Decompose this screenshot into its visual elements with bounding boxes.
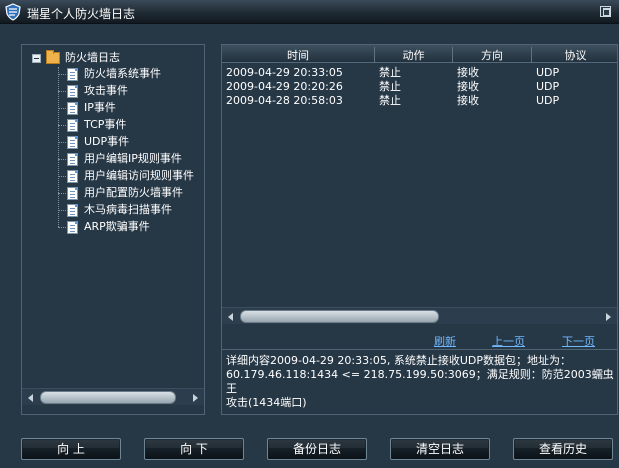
tree-root[interactable]: 防火墙日志 <box>32 50 120 66</box>
tree-item-udp-events[interactable]: UDP事件 <box>67 134 129 150</box>
tree-item-label: 木马病毒扫描事件 <box>84 203 172 216</box>
tree-item-access-rule-edit-events[interactable]: 用户编辑访问规则事件 <box>67 168 194 184</box>
table-row[interactable]: 2009-04-28 20:58:03 禁止 接收 UDP <box>222 94 617 108</box>
cell-direction: 接收 <box>457 94 479 107</box>
table-horizontal-scrollbar[interactable] <box>222 307 617 324</box>
tree-connector <box>58 176 66 177</box>
tree-connector <box>58 159 66 160</box>
move-up-button[interactable]: 向 上 <box>21 438 121 460</box>
tree-item-tcp-events[interactable]: TCP事件 <box>67 117 126 133</box>
cell-direction: 接收 <box>457 80 479 93</box>
document-icon <box>67 220 78 234</box>
window-title: 瑞星个人防火墙日志 <box>27 7 136 21</box>
cell-time: 2009-04-29 20:20:26 <box>226 80 343 93</box>
tree-item-label: UDP事件 <box>84 135 130 148</box>
document-icon <box>67 186 78 200</box>
tree-item-attack-events[interactable]: 攻击事件 <box>67 83 128 99</box>
log-list-panel: 时间 动作 方向 协议 2009-04-29 20:33:05 禁止 接收 UD… <box>221 44 618 415</box>
tree-item-label: 用户编辑IP规则事件 <box>84 152 182 165</box>
tree-connector <box>58 74 66 75</box>
move-down-button[interactable]: 向 下 <box>144 438 244 460</box>
cell-action: 禁止 <box>379 94 401 107</box>
scroll-right-arrow-icon[interactable] <box>606 313 611 321</box>
document-icon <box>67 152 78 166</box>
scroll-thumb[interactable] <box>240 310 439 323</box>
document-icon <box>67 135 78 149</box>
column-action[interactable]: 动作 <box>375 47 453 63</box>
tree-item-trojan-scan-events[interactable]: 木马病毒扫描事件 <box>67 202 172 218</box>
document-icon <box>67 67 78 81</box>
tree-item-firewall-config-events[interactable]: 用户配置防火墙事件 <box>67 185 183 201</box>
tree-connector <box>58 227 66 228</box>
cell-time: 2009-04-29 20:33:05 <box>226 66 343 79</box>
rising-firewall-app-icon <box>5 3 21 21</box>
tree-item-label: 用户配置防火墙事件 <box>84 186 183 199</box>
folder-icon <box>46 50 60 64</box>
cell-time: 2009-04-28 20:58:03 <box>226 94 343 107</box>
backup-log-button[interactable]: 备份日志 <box>267 438 367 460</box>
scroll-right-arrow-icon[interactable] <box>193 394 198 402</box>
tree-item-ip-events[interactable]: IP事件 <box>67 100 116 116</box>
table-row[interactable]: 2009-04-29 20:20:26 禁止 接收 UDP <box>222 80 617 94</box>
tree-item-label: 用户编辑访问规则事件 <box>84 169 194 182</box>
log-table-header: 时间 动作 方向 协议 <box>222 45 617 63</box>
tree-connector <box>58 193 66 194</box>
tree-item-arp-spoof-events[interactable]: ARP欺骗事件 <box>67 219 150 235</box>
view-history-button[interactable]: 查看历史 <box>513 438 613 460</box>
document-icon <box>67 84 78 98</box>
cell-action: 禁止 <box>379 80 401 93</box>
next-page-link[interactable]: 下一页 <box>562 333 595 349</box>
column-protocol[interactable]: 协议 <box>532 47 617 63</box>
log-detail-text: 详细内容2009-04-29 20:33:05, 系统禁止接收UDP数据包；地址… <box>226 354 614 409</box>
tree-connector <box>58 210 66 211</box>
tree-connector <box>58 91 66 92</box>
clear-log-button[interactable]: 清空日志 <box>390 438 490 460</box>
tree-connector <box>58 142 66 143</box>
previous-page-link[interactable]: 上一页 <box>492 333 525 349</box>
column-time[interactable]: 时间 <box>222 47 375 63</box>
tree-horizontal-scrollbar[interactable] <box>22 388 204 405</box>
tree-item-ip-rule-edit-events[interactable]: 用户编辑IP规则事件 <box>67 151 182 167</box>
cell-direction: 接收 <box>457 66 479 79</box>
scroll-left-arrow-icon[interactable] <box>228 313 233 321</box>
tree-item-label: TCP事件 <box>84 118 127 131</box>
tree-item-firewall-system-events[interactable]: 防火墙系统事件 <box>67 66 161 82</box>
scroll-thumb[interactable] <box>40 391 176 404</box>
tree-item-label: ARP欺骗事件 <box>84 220 150 233</box>
cell-protocol: UDP <box>536 80 560 93</box>
tree-item-label: 攻击事件 <box>84 84 128 97</box>
detail-divider <box>222 349 617 350</box>
collapse-minus-icon[interactable] <box>32 53 41 63</box>
scroll-left-arrow-icon[interactable] <box>28 394 33 402</box>
log-category-tree: 防火墙日志 防火墙系统事件 攻击事件 IP事件 TCP事件 UDP事件 用户编辑… <box>21 44 205 415</box>
tree-root-label: 防火墙日志 <box>65 51 120 64</box>
tree-connector <box>58 108 66 109</box>
title-bar[interactable]: 瑞星个人防火墙日志 <box>0 0 619 24</box>
document-icon <box>67 169 78 183</box>
document-icon <box>67 203 78 217</box>
cell-protocol: UDP <box>536 94 560 107</box>
refresh-link[interactable]: 刷新 <box>434 333 456 349</box>
tree-item-label: IP事件 <box>84 101 116 114</box>
tree-item-label: 防火墙系统事件 <box>84 67 161 80</box>
table-row[interactable]: 2009-04-29 20:33:05 禁止 接收 UDP <box>222 66 617 80</box>
cell-protocol: UDP <box>536 66 560 79</box>
document-icon <box>67 118 78 132</box>
tree-connector <box>58 125 66 126</box>
cell-action: 禁止 <box>379 66 401 79</box>
firewall-log-window: 瑞星个人防火墙日志 防火墙日志 防火墙系统事件 攻击事件 IP事件 TCP事件 … <box>0 0 619 468</box>
maximize-button[interactable] <box>600 6 611 17</box>
column-direction[interactable]: 方向 <box>453 47 532 63</box>
document-icon <box>67 101 78 115</box>
